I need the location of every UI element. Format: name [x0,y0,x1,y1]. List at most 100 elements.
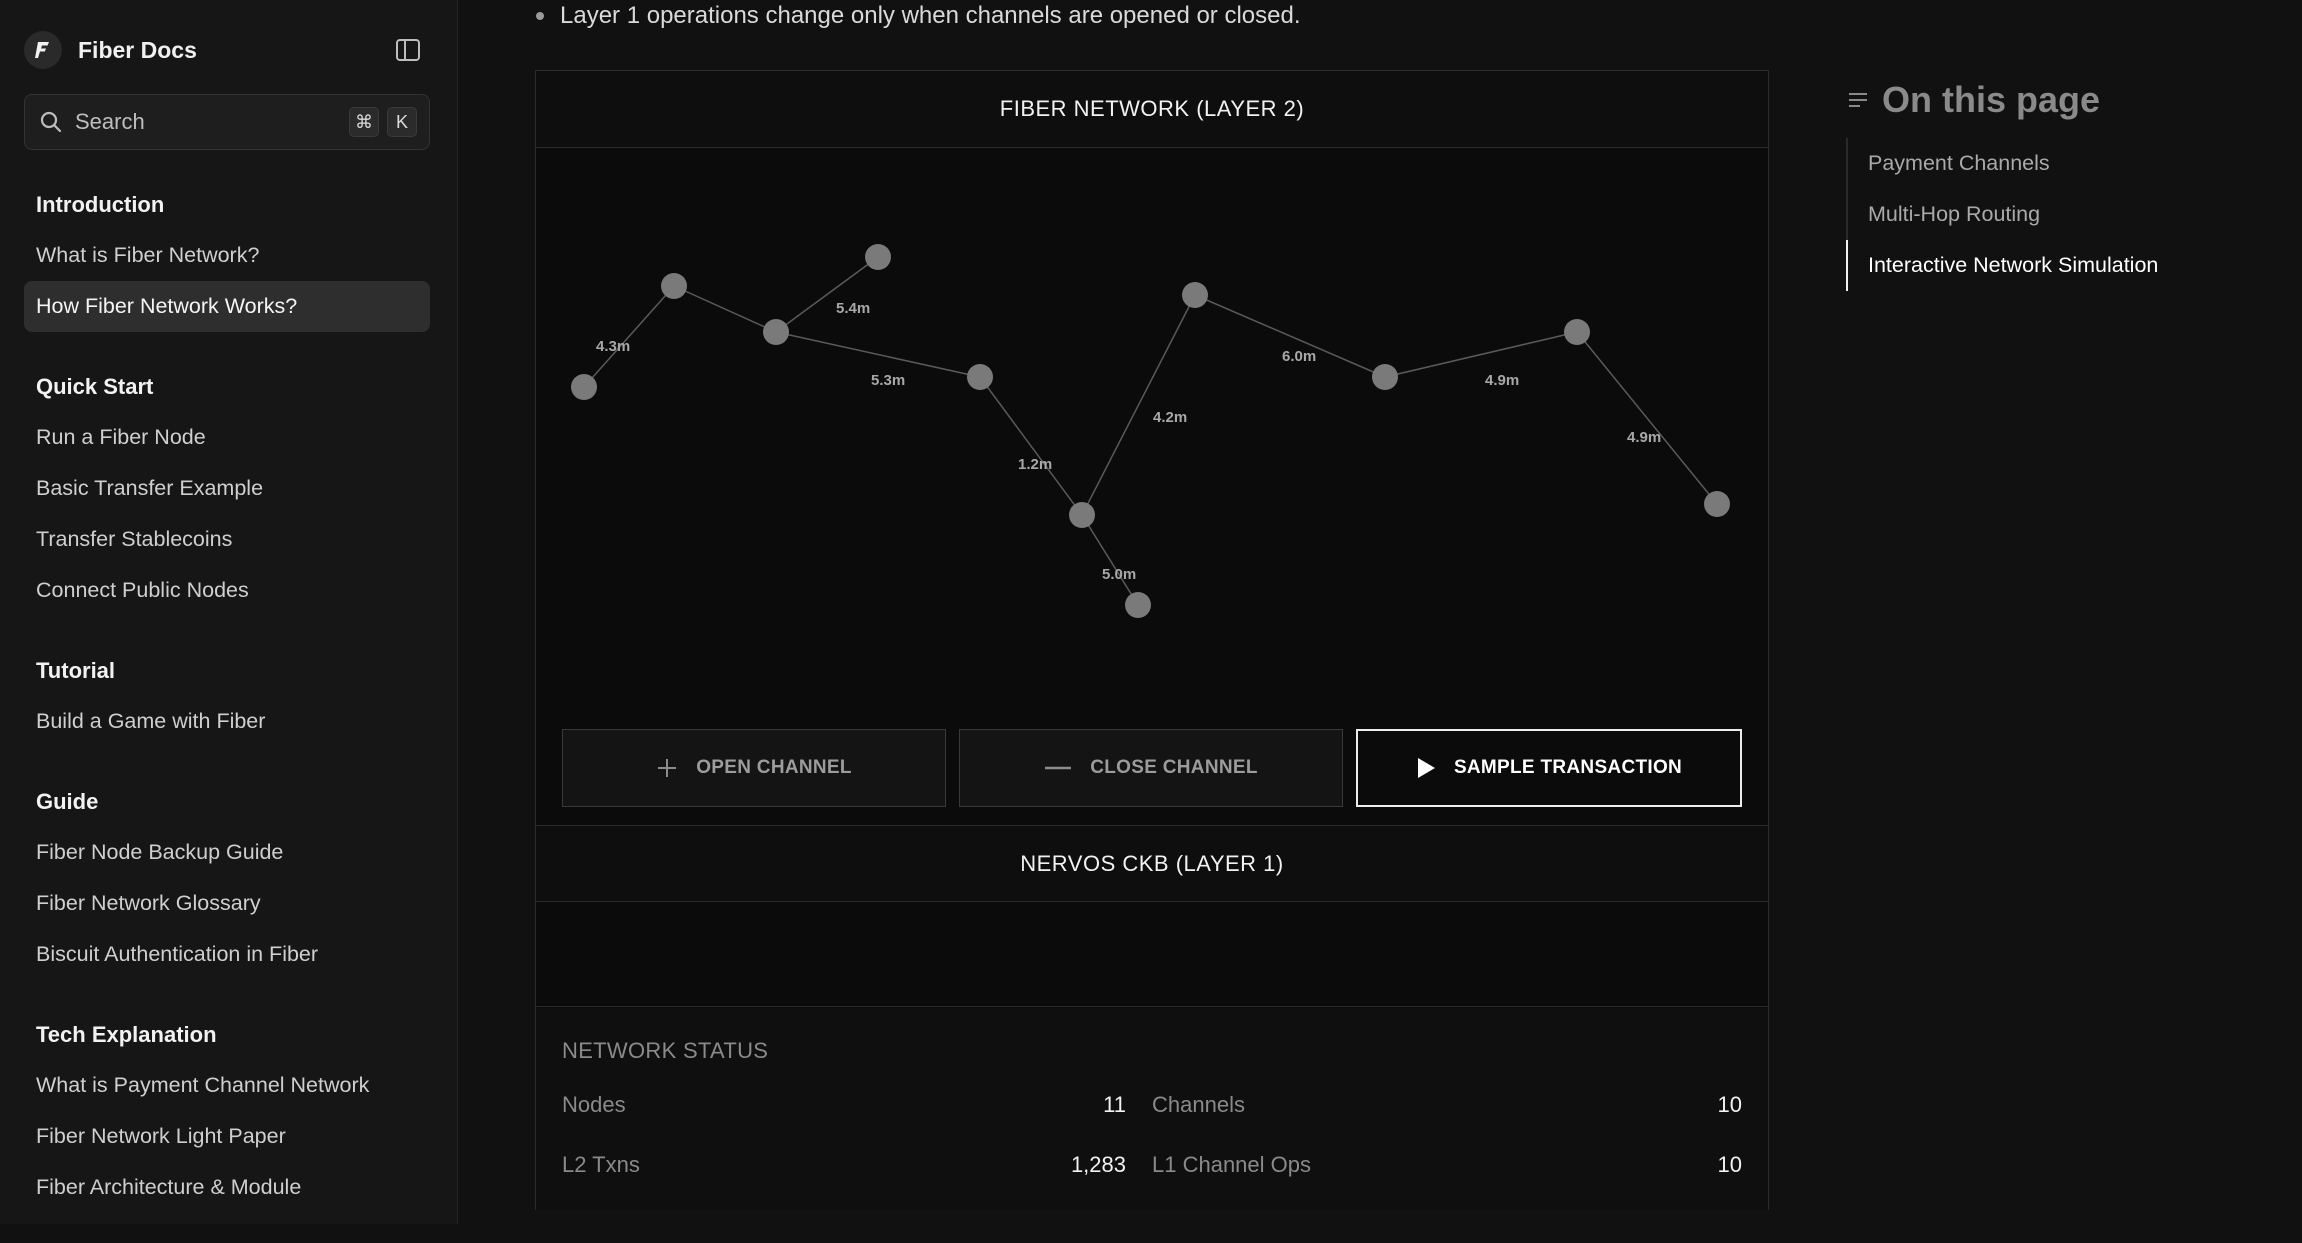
nav-item-architecture-module[interactable]: Fiber Architecture & Module [24,1162,430,1213]
shortcut-letter-key: K [387,107,417,137]
sidebar-nav: Introduction What is Fiber Network? How … [24,180,430,1243]
network-node[interactable] [967,364,993,390]
nav-item-how-fiber-network-works[interactable]: How Fiber Network Works? [24,281,430,332]
nav-item-backup-guide[interactable]: Fiber Node Backup Guide [24,827,430,878]
nav-item-transfer-stablecoins[interactable]: Transfer Stablecoins [24,514,430,565]
search-button[interactable]: Search ⌘ K [24,94,430,150]
channel-capacity-label: 4.3m [596,338,630,355]
play-icon [1416,757,1436,779]
channel-edge[interactable] [1081,294,1196,516]
nav-section-tech-explanation: Tech Explanation What is Payment Channel… [24,1010,430,1213]
nav-heading: Tech Explanation [36,1022,217,1047]
channel-edge[interactable] [979,376,1083,516]
search-icon [40,111,62,133]
nav-heading: Quick Start [36,374,154,399]
sidebar-toggle-button[interactable] [392,34,424,66]
channel-capacity-label: 5.3m [871,372,905,389]
brand-title: Fiber Docs [78,36,197,63]
simulation-controls: OPEN CHANNEL CLOSE CHANNEL SAMPLE TRANSA… [562,729,1742,807]
network-node[interactable] [1372,364,1398,390]
toc-item-interactive-network-simulation[interactable]: Interactive Network Simulation [1846,240,2158,291]
stat-label: L2 Txns [562,1152,640,1177]
network-node[interactable] [571,374,597,400]
channel-capacity-label: 4.2m [1153,409,1187,426]
status-nodes: Nodes 11 [562,1092,1152,1118]
channel-edge[interactable] [673,285,777,333]
channel-edge[interactable] [775,256,879,333]
stat-value: 10 [1717,1152,1742,1177]
network-node[interactable] [1704,491,1730,517]
brand[interactable]: Fiber Docs [24,30,197,70]
sidebar: Fiber Docs Search ⌘ K Introduction What … [0,0,458,1224]
network-node[interactable] [1564,319,1590,345]
list-icon [1846,88,1870,112]
intro-bullet-item: Layer 1 operations change only when chan… [536,2,1301,30]
toc-item-payment-channels[interactable]: Payment Channels [1846,138,2158,189]
layer1-title: NERVOS CKB (LAYER 1) [536,825,1768,902]
channel-capacity-label: 1.2m [1018,456,1052,473]
nav-item-biscuit-auth[interactable]: Biscuit Authentication in Fiber [24,929,430,980]
minus-icon [1044,757,1072,779]
network-graph[interactable]: 4.3m 5.4m 5.3m 1.2m 5.0m 4.2m 6.0m 4.9m 4.9m [536,149,1768,709]
nav-item-payment-channel-network[interactable]: What is Payment Channel Network [24,1060,430,1111]
channel-edge[interactable] [1081,514,1139,606]
network-status-panel: NETWORK STATUS Nodes 11 Channels 10 L2 T… [536,1008,1768,1210]
layer1-canvas [536,903,1768,1007]
stat-value: 11 [1103,1092,1126,1117]
nav-item-run-a-fiber-node[interactable]: Run a Fiber Node [24,412,430,463]
shortcut-mod-key: ⌘ [349,107,379,137]
channel-edge[interactable] [1384,331,1578,378]
nav-item-what-is-fiber-network[interactable]: What is Fiber Network? [24,230,430,281]
toc-list: Payment Channels Multi-Hop Routing Inter… [1846,138,2158,291]
network-status-title: NETWORK STATUS [562,1038,769,1063]
channel-capacity-label: 5.4m [836,300,870,317]
stat-value: 1,283 [1070,1152,1126,1177]
network-node[interactable] [763,319,789,345]
channel-edge[interactable] [1576,331,1718,505]
channel-capacity-label: 4.9m [1485,372,1519,389]
status-row: L2 Txns 1,283 L1 Channel Ops 10 [562,1152,1742,1178]
nav-heading: Tutorial [36,658,116,683]
toc-item-multi-hop-routing[interactable]: Multi-Hop Routing [1846,189,2158,240]
channel-capacity-label: 4.9m [1627,429,1661,446]
sidebar-panel-icon [396,39,420,61]
table-of-contents: On this page Payment Channels Multi-Hop … [1846,74,2158,291]
nav-section-quick-start: Quick Start Run a Fiber Node Basic Trans… [24,362,430,616]
open-channel-label: OPEN CHANNEL [696,757,852,778]
status-l2-txns: L2 Txns 1,283 [562,1152,1152,1178]
nav-section-introduction: Introduction What is Fiber Network? How … [24,180,430,332]
network-node[interactable] [661,273,687,299]
stat-label: L1 Channel Ops [1152,1152,1311,1177]
nav-item-glossary[interactable]: Fiber Network Glossary [24,878,430,929]
toc-title-text: On this page [1882,79,2101,120]
nav-item-light-paper[interactable]: Fiber Network Light Paper [24,1111,430,1162]
open-channel-button[interactable]: OPEN CHANNEL [562,729,946,807]
nav-item-connect-public-nodes[interactable]: Connect Public Nodes [24,565,430,616]
sample-transaction-button[interactable]: SAMPLE TRANSACTION [1356,729,1742,807]
fiber-logo-icon [24,31,62,69]
network-node[interactable] [1069,502,1095,528]
network-node[interactable] [1125,592,1151,618]
network-node[interactable] [865,244,891,270]
stat-label: Nodes [562,1092,626,1117]
channel-capacity-label: 5.0m [1102,566,1136,583]
sample-transaction-label: SAMPLE TRANSACTION [1453,757,1683,778]
close-channel-button[interactable]: CLOSE CHANNEL [959,729,1343,807]
network-simulation: FIBER NETWORK (LAYER 2) 4.3m 5.4m 5.3m 1.2m… [535,70,1769,1210]
plus-icon [656,757,678,779]
nav-item-build-a-game[interactable]: Build a Game with Fiber [24,696,430,747]
status-channels: Channels 10 [1152,1092,1742,1118]
nav-heading: Introduction [36,192,165,217]
close-channel-label: CLOSE CHANNEL [1090,757,1258,778]
layer2-title: FIBER NETWORK (LAYER 2) [536,71,1768,148]
bullet-dot [536,12,544,20]
nav-section-tutorial: Tutorial Build a Game with Fiber [24,646,430,747]
status-l1-channel-ops: L1 Channel Ops 10 [1152,1152,1742,1178]
network-node[interactable] [1182,282,1208,308]
stat-value: 10 [1717,1092,1742,1117]
toc-title: On this page [1846,74,2158,126]
nav-item-basic-transfer-example[interactable]: Basic Transfer Example [24,463,430,514]
channel-edge[interactable] [775,331,981,378]
search-label: Search [75,109,145,134]
channel-edge[interactable] [583,285,675,388]
